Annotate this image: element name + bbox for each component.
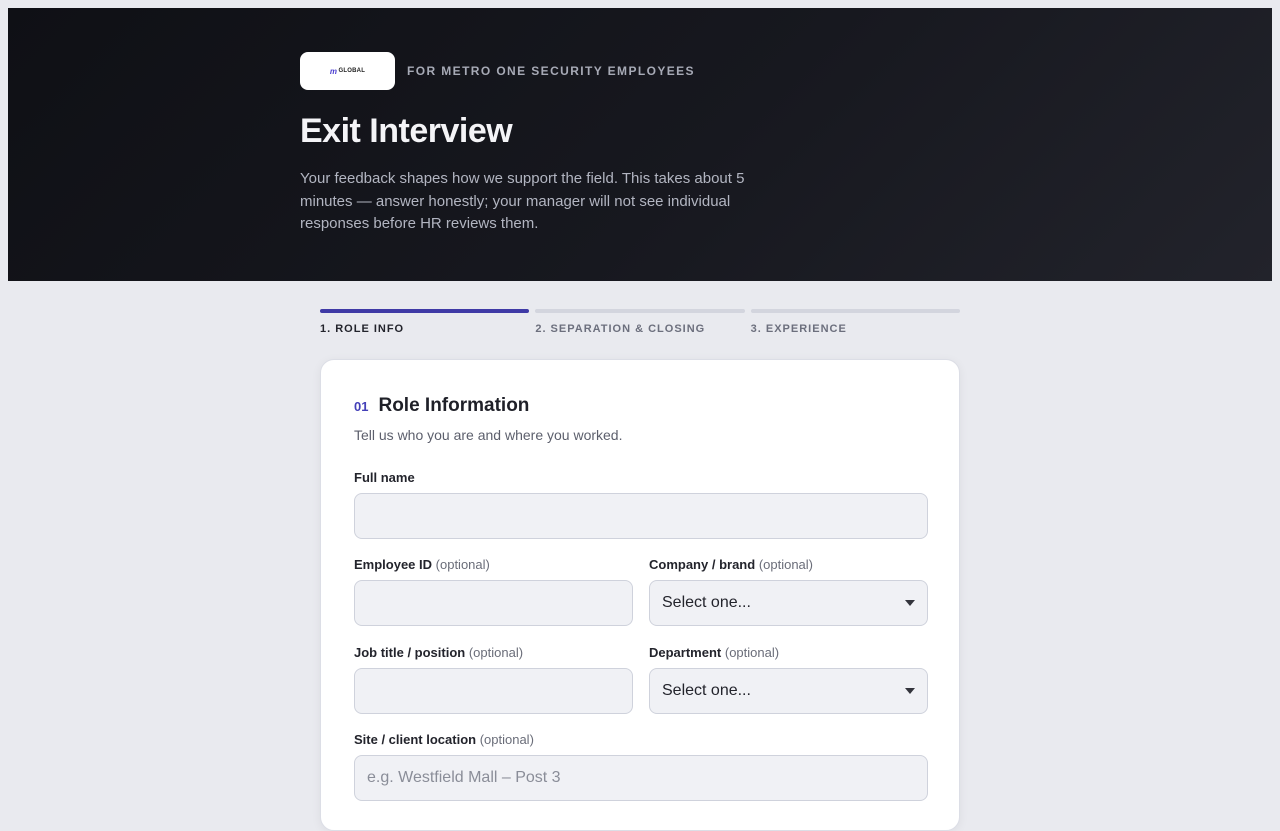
step-experience: 3. EXPERIENCE bbox=[750, 309, 960, 335]
company-field: Company / brand (optional) Select one... bbox=[649, 557, 928, 626]
department-label: Department (optional) bbox=[649, 645, 928, 660]
optional-hint: (optional) bbox=[724, 645, 780, 660]
job-title-label: Job title / position (optional) bbox=[354, 645, 633, 660]
company-select[interactable]: Select one... bbox=[649, 580, 928, 626]
audience-eyebrow: FOR METRO ONE SECURITY EMPLOYEES bbox=[407, 64, 695, 78]
department-select[interactable]: Select one... bbox=[649, 668, 928, 714]
full-name-field: Full name bbox=[354, 470, 928, 539]
step-separation-closing: 2. SEPARATION & CLOSING bbox=[535, 309, 745, 335]
site-field: Site / client location (optional) bbox=[354, 732, 928, 801]
department-field: Department (optional) Select one... bbox=[649, 645, 928, 714]
site-label: Site / client location (optional) bbox=[354, 732, 928, 747]
company-logo: m GLOBAL bbox=[300, 52, 395, 90]
job-title-label-text: Job title / position bbox=[354, 645, 466, 660]
brand-row: m GLOBAL FOR METRO ONE SECURITY EMPLOYEE… bbox=[300, 52, 695, 90]
employee-id-input[interactable] bbox=[354, 580, 633, 626]
page-title: Exit Interview bbox=[300, 112, 513, 150]
section-number: 01 bbox=[354, 399, 369, 414]
company-label: Company / brand (optional) bbox=[649, 557, 928, 572]
step-role-info: 1. ROLE INFO bbox=[320, 309, 530, 335]
employee-id-label-text: Employee ID bbox=[354, 557, 433, 572]
department-select-value: Select one... bbox=[662, 682, 751, 699]
job-title-field: Job title / position (optional) bbox=[354, 645, 633, 714]
full-name-label-text: Full name bbox=[354, 470, 415, 485]
step-progress-bar bbox=[750, 309, 960, 313]
optional-hint: (optional) bbox=[435, 557, 490, 572]
site-label-text: Site / client location bbox=[354, 732, 477, 747]
company-select-value: Select one... bbox=[662, 594, 751, 611]
site-input[interactable] bbox=[354, 755, 928, 801]
step-label: 2. SEPARATION & CLOSING bbox=[535, 323, 706, 335]
full-name-input[interactable] bbox=[354, 493, 928, 539]
optional-hint: (optional) bbox=[758, 557, 814, 572]
step-label: 1. ROLE INFO bbox=[320, 323, 405, 335]
section-subtitle: Tell us who you are and where you worked… bbox=[354, 427, 623, 443]
hero-banner: m GLOBAL FOR METRO ONE SECURITY EMPLOYEE… bbox=[8, 8, 1272, 281]
chevron-down-icon bbox=[905, 688, 915, 694]
logo-mark: m bbox=[329, 66, 337, 76]
step-progress-bar bbox=[535, 309, 745, 313]
optional-hint: (optional) bbox=[479, 732, 534, 747]
department-label-text: Department bbox=[649, 645, 722, 660]
form-card: 01 Role Information Tell us who you are … bbox=[320, 359, 960, 831]
full-name-label: Full name bbox=[354, 470, 928, 485]
optional-hint: (optional) bbox=[468, 645, 524, 660]
section-header: 01 Role Information bbox=[354, 395, 529, 417]
section-title: Role Information bbox=[378, 395, 530, 416]
step-label: 3. EXPERIENCE bbox=[750, 323, 847, 335]
company-label-text: Company / brand bbox=[649, 557, 756, 572]
logo-text: GLOBAL bbox=[338, 68, 366, 74]
job-title-input[interactable] bbox=[354, 668, 633, 714]
page-subtitle: Your feedback shapes how we support the … bbox=[300, 170, 745, 232]
employee-id-label: Employee ID (optional) bbox=[354, 557, 633, 572]
progress-steps: 1. ROLE INFO 2. SEPARATION & CLOSING 3. … bbox=[320, 309, 960, 335]
step-progress-bar bbox=[320, 309, 530, 313]
chevron-down-icon bbox=[905, 600, 915, 606]
employee-id-field: Employee ID (optional) bbox=[354, 557, 633, 626]
